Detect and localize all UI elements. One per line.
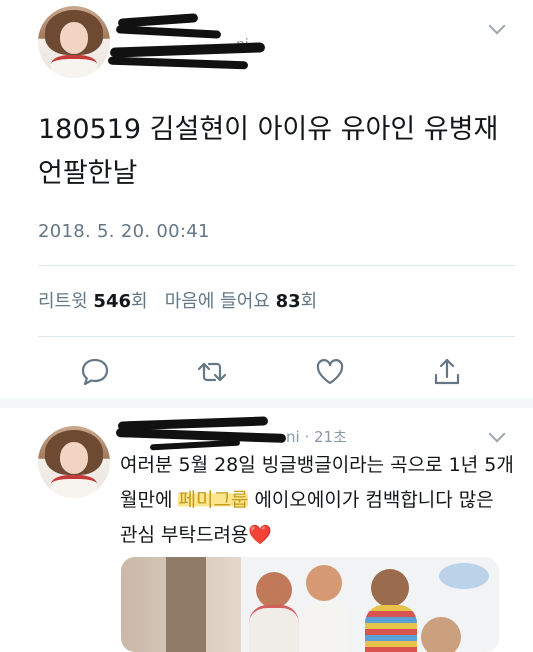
reply-meta: ni · 21초 xyxy=(286,428,347,446)
likes-unit: 회 xyxy=(300,291,318,312)
tweet-text: 180519 김설현이 아이유 유아인 유병재 언팔한날 xyxy=(38,114,499,189)
share-icon[interactable] xyxy=(430,355,464,389)
retweets-count[interactable]: 546 xyxy=(93,291,131,312)
chevron-down-icon[interactable] xyxy=(488,17,506,35)
reply-text: 여러분 5월 28일 빙글뱅글이라는 곡으로 1년 5개월만에 페미그룹 에이오… xyxy=(120,448,515,553)
retweets-label: 리트윗 xyxy=(38,291,88,312)
avatar[interactable] xyxy=(38,426,110,498)
attached-photo[interactable] xyxy=(121,557,499,652)
highlighted-word: 페미그룹 xyxy=(178,489,249,511)
like-icon[interactable] xyxy=(313,355,347,389)
avatar[interactable] xyxy=(38,6,110,78)
retweet-icon[interactable] xyxy=(195,355,229,389)
divider xyxy=(38,265,515,266)
tweet-stats: 리트윗 546회 마음에 들어요 83회 xyxy=(38,287,317,313)
reply-icon[interactable] xyxy=(78,355,112,389)
heart-emoji: ❤️ xyxy=(248,524,273,546)
likes-count[interactable]: 83 xyxy=(276,291,301,312)
divider xyxy=(38,336,515,337)
tweet-timestamp: 2018. 5. 20. 00:41 xyxy=(38,221,210,242)
likes-label: 마음에 들어요 xyxy=(164,291,270,312)
retweets-unit: 회 xyxy=(131,291,148,312)
section-separator xyxy=(0,398,533,408)
chevron-down-icon[interactable] xyxy=(488,425,506,443)
